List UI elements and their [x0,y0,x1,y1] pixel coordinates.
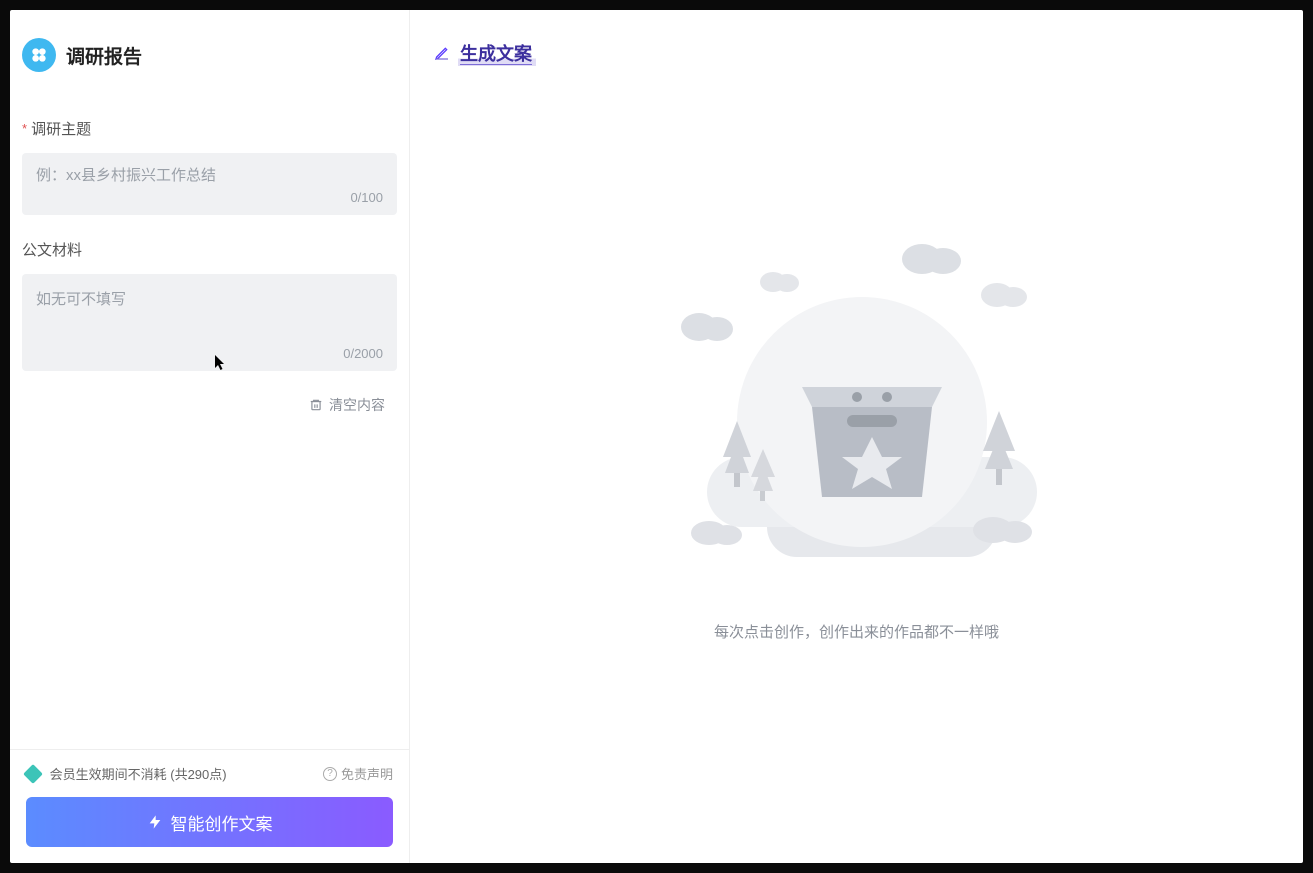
material-input[interactable] [36,288,383,340]
topic-input-box: 0/100 [22,153,397,215]
empty-illustration [647,237,1067,597]
topic-label: * 调研主题 [22,118,397,139]
generate-button[interactable]: 智能创作文案 [26,797,393,847]
cloud-icon [967,512,1037,546]
question-icon: ? [323,767,337,781]
required-star: * [22,121,27,136]
empty-caption: 每次点击创作，创作出来的作品都不一样哦 [714,621,999,642]
tree-icon [747,447,779,507]
topic-label-text: 调研主题 [31,118,91,139]
clear-label: 清空内容 [329,395,385,415]
diamond-icon [23,764,43,784]
credit-text: 会员生效期间不消耗 (共290点) [50,767,227,782]
disclaimer-label: 免责声明 [341,764,393,783]
material-input-box: 0/2000 [22,274,397,371]
cloud-icon [687,517,747,547]
bolt-icon [147,814,163,830]
material-label-text: 公文材料 [22,239,82,260]
cloud-icon [757,267,802,295]
box-icon [802,367,942,507]
right-panel: 生成文案 [410,10,1303,863]
topic-counter: 0/100 [36,190,383,205]
disclaimer-link[interactable]: ? 免责声明 [323,764,393,783]
form-area: * 调研主题 0/100 公文材料 0/2000 清空内容 [10,80,409,749]
topic-input[interactable] [36,167,383,184]
right-title-wrap: 生成文案 [458,40,536,66]
tree-icon [977,407,1021,497]
right-header: 生成文案 [410,10,1303,76]
cloud-icon [977,277,1032,309]
cloud-icon [897,237,967,277]
material-counter: 0/2000 [36,346,383,361]
credit-info: 会员生效期间不消耗 (共290点) [26,764,227,783]
empty-state: 每次点击创作，创作出来的作品都不一样哦 [410,76,1303,863]
right-title: 生成文案 [460,40,534,66]
left-panel: 调研报告 * 调研主题 0/100 公文材料 0/2000 清空内容 [10,10,410,863]
material-label: 公文材料 [22,239,397,260]
app-window: 调研报告 * 调研主题 0/100 公文材料 0/2000 清空内容 [10,10,1303,863]
footer-info-row: 会员生效期间不消耗 (共290点) ? 免责声明 [26,764,393,783]
generate-button-label: 智能创作文案 [171,810,273,835]
app-title: 调研报告 [66,42,142,69]
cloud-icon [677,307,737,343]
clear-button[interactable]: 清空内容 [22,371,397,415]
app-logo-icon [22,38,56,72]
left-header: 调研报告 [10,10,409,80]
trash-icon [309,398,323,412]
left-footer: 会员生效期间不消耗 (共290点) ? 免责声明 智能创作文案 [10,749,409,863]
pen-icon [434,45,450,61]
